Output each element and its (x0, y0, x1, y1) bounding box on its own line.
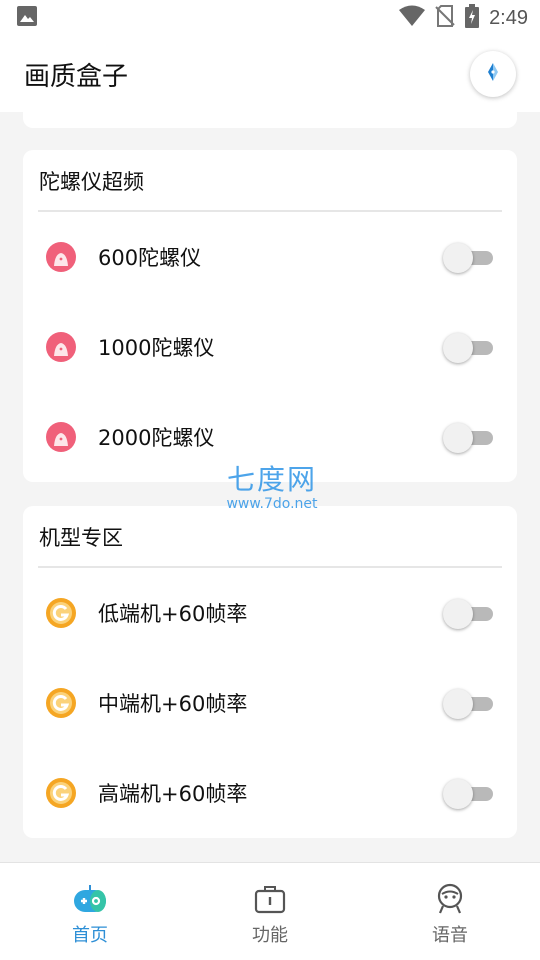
section-title: 机型专区 (39, 526, 123, 550)
card-stub (23, 112, 517, 128)
wifi-icon (399, 5, 426, 31)
status-bar: 2:49 (0, 0, 540, 36)
list-item-label: 低端机+60帧率 (98, 602, 248, 626)
toggle-switch[interactable] (443, 242, 495, 273)
section-title: 陀螺仪超频 (39, 170, 144, 194)
nav-label: 语音 (432, 925, 468, 946)
gyro-app-icon (45, 241, 77, 273)
content-scroll[interactable]: 陀螺仪超频 600陀螺仪 1000陀螺仪 2000陀螺仪 机型专区 低端机+60… (0, 112, 540, 862)
nav-item-voice[interactable]: 语音 (360, 863, 540, 960)
no-sim-icon (435, 5, 455, 31)
nav-item-home[interactable]: 首页 (0, 863, 180, 960)
device-section-card: 机型专区 低端机+60帧率 中端机+60帧率 高端机+60帧率 (23, 506, 517, 838)
toggle-switch[interactable] (443, 422, 495, 453)
robot-face-icon (433, 883, 467, 915)
list-item-label: 中端机+60帧率 (98, 692, 248, 716)
gyro-app-icon (45, 331, 77, 363)
bottom-nav: 首页 功能 语音 (0, 862, 540, 960)
gyro-section-card: 陀螺仪超频 600陀螺仪 1000陀螺仪 2000陀螺仪 (23, 150, 517, 482)
g-badge-icon (45, 777, 77, 809)
compass-icon (483, 61, 503, 87)
g-badge-icon (45, 597, 77, 629)
toggle-switch[interactable] (443, 688, 495, 719)
list-item-label: 1000陀螺仪 (98, 336, 215, 360)
toggle-switch[interactable] (443, 598, 495, 629)
list-item-2000-gyro[interactable]: 2000陀螺仪 (23, 392, 517, 482)
image-icon (16, 5, 38, 31)
list-item-label: 高端机+60帧率 (98, 782, 248, 806)
app-bar: 画质盒子 (0, 36, 540, 112)
nav-label: 首页 (72, 925, 108, 946)
list-item-label: 600陀螺仪 (98, 246, 202, 270)
status-time: 2:49 (489, 6, 528, 29)
list-item-low-end[interactable]: 低端机+60帧率 (23, 568, 517, 658)
nav-item-features[interactable]: 功能 (180, 863, 360, 960)
battery-charging-icon (465, 4, 480, 32)
list-item-600-gyro[interactable]: 600陀螺仪 (23, 212, 517, 302)
list-item-mid-range[interactable]: 中端机+60帧率 (23, 658, 517, 748)
page-title: 画质盒子 (24, 61, 129, 92)
toolbox-icon (253, 883, 287, 915)
g-badge-icon (45, 687, 77, 719)
toggle-switch[interactable] (443, 778, 495, 809)
gamepad-icon (73, 883, 107, 915)
list-item-high-end[interactable]: 高端机+60帧率 (23, 748, 517, 838)
nav-label: 功能 (252, 925, 288, 946)
list-item-label: 2000陀螺仪 (98, 426, 215, 450)
gyro-app-icon (45, 421, 77, 453)
toggle-switch[interactable] (443, 332, 495, 363)
compass-button[interactable] (470, 51, 516, 97)
list-item-1000-gyro[interactable]: 1000陀螺仪 (23, 302, 517, 392)
